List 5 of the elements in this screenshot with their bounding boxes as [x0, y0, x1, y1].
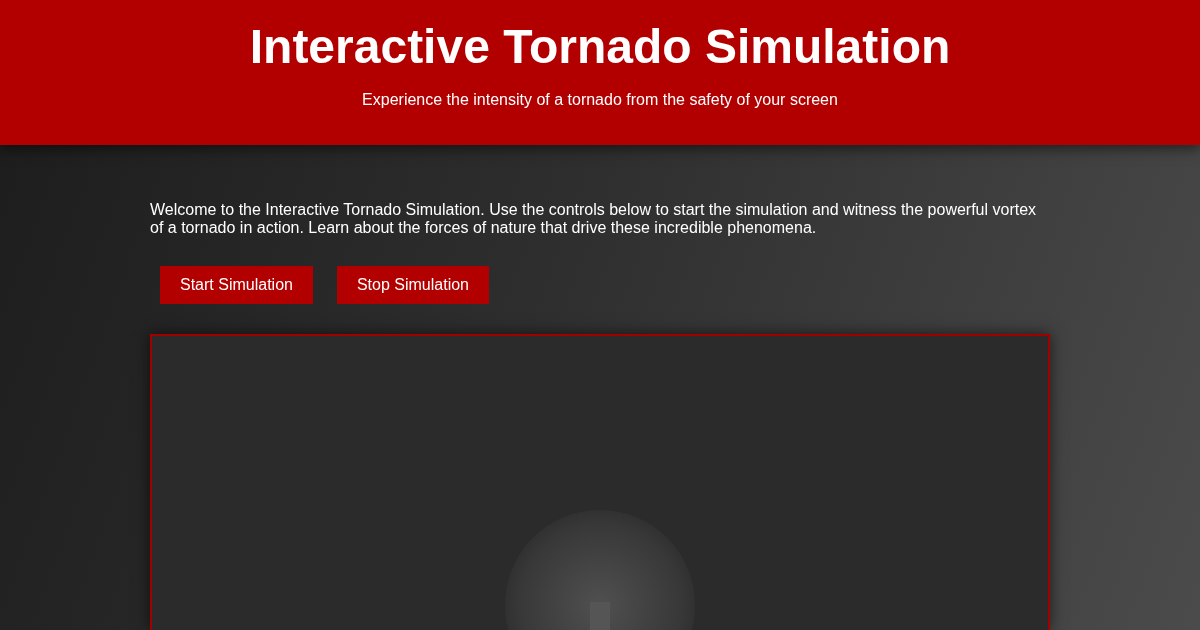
page-subtitle: Experience the intensity of a tornado from the safety of your screen — [362, 91, 838, 109]
stop-button[interactable]: Stop Simulation — [336, 266, 489, 304]
intro-paragraph: Welcome to the Interactive Tornado Simulation. Use the controls below to start the simulation and witness the powerful vortex of a tornado in action. Learn about the forces of nature that drive these incredible phenomena. — [150, 201, 1038, 237]
page-title: Interactive Tornado Simulation — [249, 19, 951, 75]
start-button[interactable]: Start Simulation — [160, 266, 313, 304]
